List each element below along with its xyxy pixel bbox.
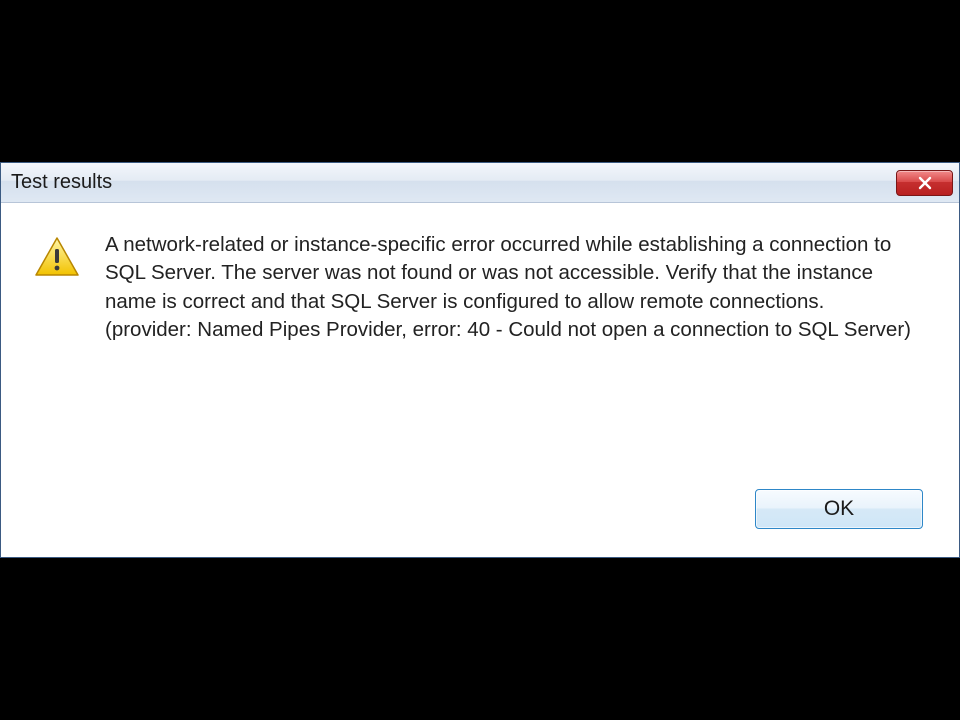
error-message: A network-related or instance-specific e… bbox=[105, 231, 915, 344]
dialog-body: A network-related or instance-specific e… bbox=[1, 203, 959, 557]
ok-button[interactable]: OK bbox=[755, 489, 923, 529]
warning-icon bbox=[29, 235, 85, 279]
titlebar: Test results bbox=[1, 163, 959, 203]
close-button[interactable] bbox=[896, 170, 953, 196]
close-icon bbox=[917, 176, 933, 190]
button-row: OK bbox=[29, 469, 929, 537]
dialog-title: Test results bbox=[11, 171, 112, 194]
content-row: A network-related or instance-specific e… bbox=[29, 231, 929, 344]
dialog-window: Test results bbox=[0, 162, 960, 558]
